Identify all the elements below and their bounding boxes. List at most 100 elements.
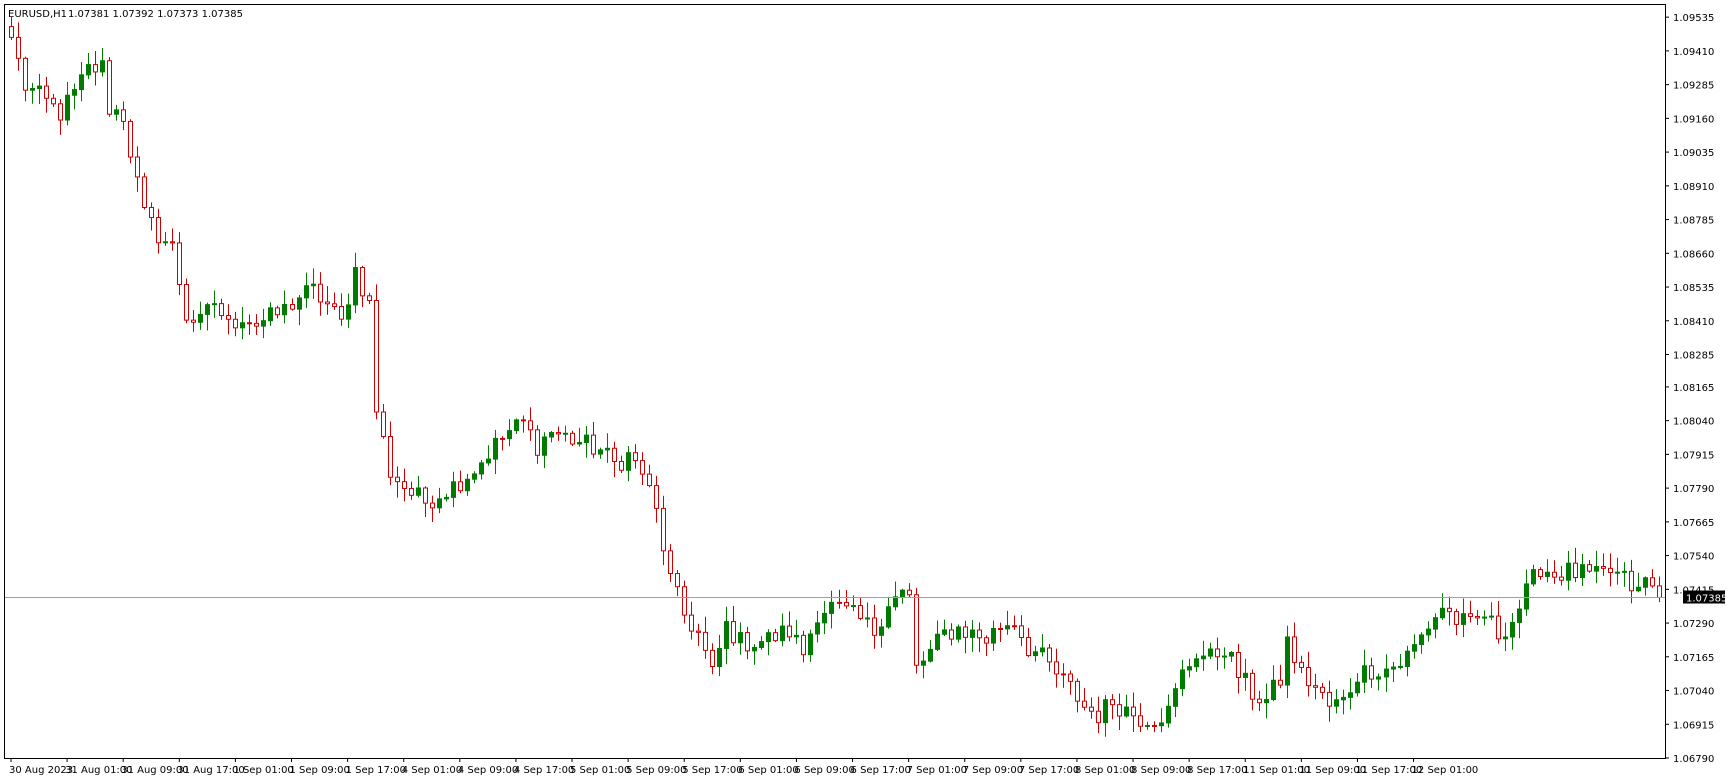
candle-body <box>1376 676 1381 680</box>
candle-body <box>1503 636 1508 640</box>
candle-body <box>1306 666 1311 687</box>
time-axis-label: 7 Sep 09:00 <box>963 765 1023 776</box>
candle-body <box>72 89 77 96</box>
price-axis-label: 1.08040 <box>1673 417 1714 428</box>
candle-body <box>1075 680 1080 702</box>
candle-body <box>1369 665 1374 680</box>
candle-body <box>1068 673 1073 682</box>
candle-body <box>1489 615 1494 618</box>
candle-body <box>921 660 926 666</box>
candle-body <box>1271 679 1276 701</box>
candle-body <box>1138 715 1143 727</box>
candle-body <box>1552 571 1557 578</box>
candle-body <box>37 85 42 90</box>
candle <box>184 278 189 324</box>
price-chart[interactable]: 1.09535 1.09410 1.09285 1.09160 1.09035 1.089… <box>0 0 1733 777</box>
price-axis-label: 1.07290 <box>1673 619 1714 630</box>
candle-body <box>907 589 912 596</box>
candle-body <box>1608 567 1613 573</box>
candle-body <box>1047 647 1052 663</box>
chart-background <box>0 0 1733 777</box>
candle-body <box>956 626 961 640</box>
candle-body <box>984 637 989 644</box>
time-axis-label: 1 Sep 17:00 <box>346 765 406 776</box>
candle-body <box>675 573 680 588</box>
candle-body <box>1166 705 1171 724</box>
candle-body <box>402 481 407 489</box>
candle-body <box>1517 608 1522 623</box>
candle-body <box>1327 691 1332 707</box>
candle <box>914 587 919 674</box>
candle-body <box>872 617 877 636</box>
candle-body <box>121 109 126 122</box>
price-axis-label: 1.07915 <box>1673 450 1714 461</box>
candle-body <box>437 498 442 509</box>
candle-body <box>1215 648 1220 658</box>
candle-body <box>808 633 813 656</box>
candle-body <box>1145 724 1150 727</box>
candle-body <box>914 594 919 666</box>
candle-body <box>170 241 175 244</box>
candle-body <box>479 462 484 475</box>
candle-body <box>142 176 147 208</box>
candle-body <box>773 632 778 642</box>
time-axis-label: 5 Sep 09:00 <box>626 765 686 776</box>
current-price-tag: 1.07385 <box>1683 590 1727 605</box>
candle-body <box>1601 566 1606 569</box>
candle-body <box>900 589 905 598</box>
candle-body <box>977 629 982 639</box>
candle-body <box>240 322 245 329</box>
candle-body <box>844 602 849 607</box>
candle-body <box>1362 665 1367 683</box>
candle-body <box>514 419 519 432</box>
candle-body <box>51 97 56 105</box>
time-axis-label: 8 Sep 17:00 <box>1187 765 1247 776</box>
candle-body <box>1622 570 1627 573</box>
candle-body <box>318 283 323 303</box>
candle-body <box>1587 564 1592 572</box>
candle-body <box>1545 571 1550 577</box>
candle-body <box>135 156 140 178</box>
candle-body <box>893 596 898 608</box>
candle-body <box>724 621 729 649</box>
candle-body <box>584 434 589 443</box>
candle-body <box>1629 570 1634 592</box>
candle-body <box>998 628 1003 631</box>
candle-body <box>556 432 561 435</box>
candle-body <box>1355 681 1360 694</box>
candle-body <box>1461 613 1466 625</box>
candle-body <box>339 306 344 320</box>
candle-body <box>1419 634 1424 646</box>
candle-body <box>822 612 827 624</box>
candle-body <box>1026 636 1031 657</box>
candle-body <box>1299 661 1304 668</box>
candle-body <box>549 432 554 438</box>
candle-body <box>254 322 259 327</box>
candle-body <box>381 411 386 438</box>
candle-body <box>963 626 968 638</box>
candle-body <box>1573 562 1578 579</box>
candle-body <box>353 267 358 306</box>
candle-body <box>149 206 154 219</box>
candle-body <box>521 419 526 422</box>
candle-body <box>928 648 933 662</box>
candle-body <box>275 307 280 316</box>
price-axis-label: 1.08785 <box>1673 216 1714 227</box>
time-axis-label: 12 Sep 01:00 <box>1412 765 1479 776</box>
time-axis-label: 4 Sep 01:00 <box>402 765 462 776</box>
price-axis-label: 1.09035 <box>1673 148 1714 159</box>
candle-body <box>633 452 638 462</box>
price-axis-label: 1.09160 <box>1673 114 1714 125</box>
time-axis-label: 4 Sep 09:00 <box>458 765 518 776</box>
candle-body <box>766 632 771 643</box>
candle-body <box>949 629 954 640</box>
candle-body <box>1040 647 1045 653</box>
candle-body <box>570 432 575 445</box>
candle-body <box>9 26 14 38</box>
candle-body <box>500 437 505 440</box>
candle-body <box>1384 668 1389 678</box>
candle-body <box>1061 673 1066 676</box>
price-axis-label: 1.07665 <box>1673 518 1714 529</box>
candle-body <box>1657 585 1662 598</box>
candle-body <box>696 630 701 633</box>
